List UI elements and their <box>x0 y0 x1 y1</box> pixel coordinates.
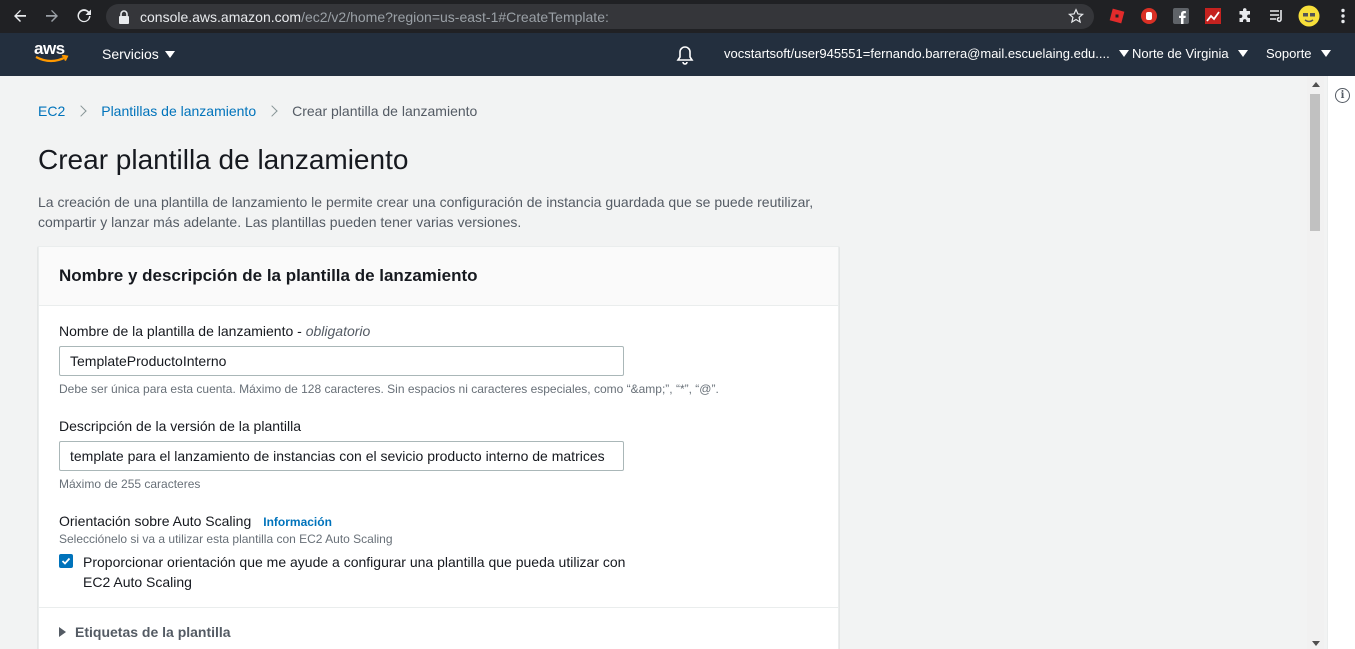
chevron-right-icon <box>266 105 278 117</box>
browser-menu-icon[interactable] <box>1334 7 1352 25</box>
scroll-up-arrow-icon[interactable] <box>1312 82 1320 87</box>
services-menu[interactable]: Servicios <box>102 46 175 62</box>
section-divider <box>39 607 838 608</box>
aws-logo[interactable]: aws <box>34 40 69 65</box>
support-menu[interactable]: Soporte <box>1266 46 1331 61</box>
checkmark-icon <box>61 557 71 565</box>
account-menu[interactable]: vocstartsoft/user945551=fernando.barrera… <box>724 46 1129 61</box>
auto-scaling-info-link[interactable]: Información <box>263 515 332 529</box>
auto-scaling-hint: Selecciónelo si va a utilizar esta plant… <box>59 532 393 546</box>
account-label: vocstartsoft/user945551=fernando.barrera… <box>724 46 1110 61</box>
region-menu[interactable]: Norte de Virginia <box>1132 46 1248 61</box>
browser-toolbar: console.aws.amazon.com/ec2/v2/home?regio… <box>0 0 1355 33</box>
chevron-right-icon <box>75 105 87 117</box>
scroll-down-arrow-icon[interactable] <box>1312 641 1320 646</box>
hand-extension-icon[interactable] <box>1140 7 1158 25</box>
services-label: Servicios <box>102 46 159 62</box>
scrollbar-thumb[interactable] <box>1310 94 1320 231</box>
template-tags-expander[interactable]: Etiquetas de la plantilla <box>59 624 231 640</box>
auto-scaling-label: Orientación sobre Auto Scaling Informació… <box>59 513 332 529</box>
bookmark-star-icon[interactable] <box>1067 8 1085 24</box>
info-icon[interactable]: i <box>1335 88 1350 103</box>
breadcrumb: EC2 Plantillas de lanzamiento Crear plan… <box>38 103 477 119</box>
notifications-bell-icon[interactable] <box>676 45 694 65</box>
caret-down-icon <box>164 50 175 58</box>
version-description-input[interactable]: template para el lanzamiento de instanci… <box>59 441 624 471</box>
forward-arrow-icon[interactable] <box>37 1 67 31</box>
aws-smile-icon <box>35 55 69 63</box>
reload-icon[interactable] <box>69 1 99 31</box>
template-name-input[interactable]: TemplateProductoInterno <box>59 346 624 376</box>
page-title: Crear plantilla de lanzamiento <box>38 144 409 175</box>
template-name-panel: Nombre y descripción de la plantilla de … <box>38 246 839 649</box>
page-scrollbar[interactable] <box>1307 76 1324 649</box>
address-bar[interactable]: console.aws.amazon.com/ec2/v2/home?regio… <box>106 4 1094 29</box>
version-description-hint: Máximo de 255 caracteres <box>59 477 201 491</box>
url-path: /ec2/v2/home?region=us-east-1#CreateTemp… <box>301 8 609 25</box>
auto-scaling-checkbox-label[interactable]: Proporcionar orientación que me ayude a … <box>83 552 643 592</box>
breadcrumb-current: Crear plantilla de lanzamiento <box>292 103 478 119</box>
template-name-hint: Debe ser única para esta cuenta. Máximo … <box>59 382 719 396</box>
auto-scaling-label-text: Orientación sobre Auto Scaling <box>59 513 252 529</box>
template-tags-label: Etiquetas de la plantilla <box>75 624 231 640</box>
chart-extension-icon[interactable] <box>1204 7 1222 25</box>
help-panel-toggle: i <box>1327 76 1355 649</box>
caret-down-icon <box>1118 50 1129 57</box>
breadcrumb-ec2-link[interactable]: EC2 <box>38 103 65 119</box>
breadcrumb-launch-templates-link[interactable]: Plantillas de lanzamiento <box>101 103 256 119</box>
media-queue-icon[interactable] <box>1268 7 1286 25</box>
panel-header: Nombre y descripción de la plantilla de … <box>39 247 838 306</box>
profile-avatar[interactable] <box>1298 5 1320 27</box>
template-name-label-text: Nombre de la plantilla de lanzamiento - <box>59 323 306 339</box>
facebook-extension-icon[interactable] <box>1172 7 1190 25</box>
aws-navigation-bar: aws Servicios vocstartsoft/user945551=fe… <box>0 33 1355 76</box>
template-name-label: Nombre de la plantilla de lanzamiento - … <box>59 323 370 339</box>
lock-icon <box>118 9 132 24</box>
caret-down-icon <box>1237 50 1248 57</box>
extensions-puzzle-icon[interactable] <box>1236 7 1254 25</box>
caret-right-icon <box>59 627 66 637</box>
version-description-label: Descripción de la versión de la plantill… <box>59 418 302 434</box>
back-arrow-icon[interactable] <box>5 1 35 31</box>
page-description: La creación de una plantilla de lanzamie… <box>38 194 814 230</box>
required-marker: obligatorio <box>305 323 371 339</box>
region-label: Norte de Virginia <box>1132 46 1229 61</box>
auto-scaling-checkbox[interactable] <box>59 554 73 568</box>
roblox-extension-icon[interactable] <box>1108 7 1126 25</box>
caret-down-icon <box>1320 50 1331 57</box>
support-label: Soporte <box>1266 46 1312 61</box>
url-host: console.aws.amazon.com <box>140 8 302 25</box>
